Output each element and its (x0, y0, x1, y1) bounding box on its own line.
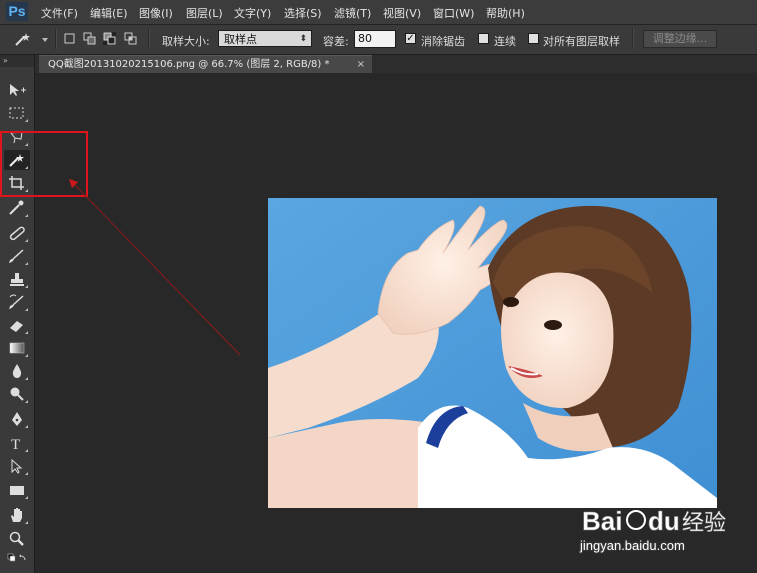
menu-bar: Ps 文件(F) 编辑(E) 图像(I) 图层(L) 文字(Y) 选择(S) 滤… (0, 0, 757, 25)
rectangle-tool[interactable] (4, 480, 30, 500)
rectangular-marquee-icon (9, 107, 24, 119)
marquee-tool[interactable] (4, 103, 30, 123)
magic-wand-icon (15, 33, 48, 46)
subtract-selection-icon[interactable] (103, 32, 116, 45)
brush-icon (9, 249, 24, 263)
baidu-logo: Bai du 经验 (582, 506, 727, 537)
sample-size-label: 取样大小: (162, 35, 210, 48)
menu-help[interactable]: 帮助(H) (486, 5, 525, 21)
eraser-tool[interactable] (4, 315, 30, 335)
hand-tool[interactable] (4, 505, 30, 525)
photoshop-logo: Ps (6, 2, 28, 21)
sample-size-dropdown[interactable]: 取样点 ⬍ (218, 30, 312, 47)
blur-tool[interactable] (4, 361, 30, 381)
baidu-jingyan-watermark: Bai du 经验 jingyan.baidu.com (580, 502, 750, 562)
dodge-icon (10, 387, 24, 401)
separator (148, 29, 150, 49)
document-tab[interactable]: QQ截图20131020215106.png @ 66.7% (图层 2, RG… (39, 55, 372, 73)
history-brush-icon (9, 294, 24, 309)
document-tab-bar: QQ截图20131020215106.png @ 66.7% (图层 2, RG… (34, 55, 757, 73)
new-selection-icon[interactable] (63, 32, 76, 45)
menu-image[interactable]: 图像(I) (139, 5, 173, 21)
close-tab-icon[interactable]: × (357, 56, 365, 73)
clone-stamp-tool[interactable] (4, 269, 30, 289)
zoom-icon (9, 531, 24, 546)
svg-text:Bai: Bai (582, 506, 622, 536)
eyedropper-tool[interactable] (4, 198, 30, 218)
annotation-arrow (69, 179, 241, 356)
separator (55, 29, 57, 49)
type-tool[interactable]: T (4, 433, 30, 453)
rectangle-icon (10, 486, 24, 495)
eyedropper-icon (9, 200, 24, 215)
svg-text:du: du (648, 506, 680, 536)
document-title: QQ截图20131020215106.png @ 66.7% (图层 2, RG… (48, 59, 330, 70)
sample-all-layers-label: 对所有图层取样 (543, 35, 620, 48)
bandage-icon (9, 226, 25, 241)
brush-tool[interactable] (4, 246, 30, 266)
menu-file[interactable]: 文件(F) (41, 5, 78, 21)
menu-select[interactable]: 选择(S) (284, 5, 322, 21)
default-colors-icon (7, 553, 26, 562)
menu-type[interactable]: 文字(Y) (234, 5, 271, 21)
history-brush-tool[interactable] (4, 292, 30, 312)
eraser-icon (10, 321, 23, 332)
tool-preset-picker[interactable] (10, 29, 50, 49)
tolerance-label: 容差: (323, 35, 349, 48)
path-selection-icon (11, 458, 23, 474)
antialias-label: 消除锯齿 (421, 35, 465, 48)
pen-tool[interactable] (4, 409, 30, 429)
separator (632, 29, 634, 49)
zoom-tool[interactable] (4, 529, 30, 549)
pen-icon (12, 412, 22, 426)
svg-text:T: T (11, 437, 20, 451)
document-image[interactable] (268, 198, 717, 508)
dodge-tool[interactable] (4, 384, 30, 404)
sample-all-layers-checkbox[interactable] (528, 33, 539, 44)
contiguous-label: 连续 (494, 35, 516, 48)
menu-layer[interactable]: 图层(L) (186, 5, 223, 21)
water-drop-icon (12, 364, 22, 378)
hand-icon (11, 508, 22, 522)
sample-size-value: 取样点 (224, 33, 257, 46)
intersect-selection-icon[interactable] (124, 32, 137, 45)
stamp-icon (10, 273, 24, 286)
refine-edge-button[interactable]: 调整边缘... (643, 30, 717, 48)
type-icon: T (11, 437, 20, 451)
updown-arrow-icon: ⬍ (299, 34, 307, 44)
add-selection-icon[interactable] (83, 32, 96, 45)
tolerance-input[interactable]: 80 (354, 30, 396, 48)
antialias-checkbox[interactable]: ✓ (405, 33, 416, 44)
menu-window[interactable]: 窗口(W) (433, 5, 474, 21)
gradient-icon (9, 342, 25, 354)
move-icon (10, 84, 26, 96)
watermark-url: jingyan.baidu.com (580, 538, 685, 553)
menu-filter[interactable]: 滤镜(T) (334, 5, 371, 21)
color-swatches[interactable] (4, 551, 30, 567)
collapse-panel-icon[interactable]: » (0, 55, 34, 67)
move-tool[interactable] (4, 80, 30, 100)
svg-text:经验: 经验 (682, 511, 726, 536)
options-bar: 取样大小: 取样点 ⬍ 容差: 80 ✓ 消除锯齿 连续 对所有图层取样 调整边… (0, 25, 757, 55)
path-selection-tool[interactable] (4, 456, 30, 476)
menu-edit[interactable]: 编辑(E) (90, 5, 128, 21)
healing-brush-tool[interactable] (4, 223, 30, 243)
contiguous-checkbox[interactable] (478, 33, 489, 44)
menu-view[interactable]: 视图(V) (383, 5, 421, 21)
gradient-tool[interactable] (4, 338, 30, 358)
